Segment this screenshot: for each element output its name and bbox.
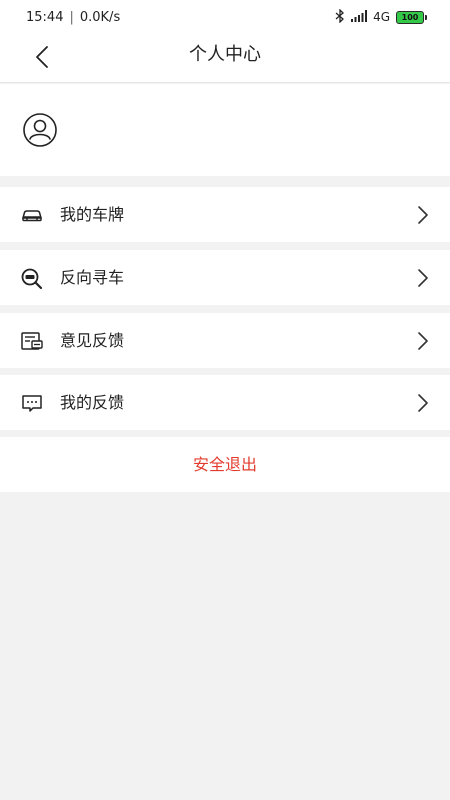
avatar[interactable]	[22, 112, 58, 148]
car-icon	[20, 203, 44, 227]
menu-item-my-feedback[interactable]: 我的反馈	[0, 375, 450, 430]
menu-item-label: 意见反馈	[60, 331, 125, 350]
profile-section	[0, 84, 450, 176]
page-title: 个人中心	[189, 44, 261, 65]
feedback-form-icon	[20, 329, 44, 353]
status-right: 4G 100	[335, 7, 427, 26]
battery-icon: 100	[396, 10, 427, 24]
bluetooth-icon	[335, 7, 345, 26]
signal-icon	[351, 9, 368, 25]
status-left: 15:44 | 0.0K/s	[26, 10, 120, 25]
message-icon	[20, 391, 44, 415]
search-car-icon	[20, 266, 44, 290]
user-avatar-icon	[23, 113, 57, 147]
chevron-right-icon	[416, 331, 430, 351]
menu-item-label: 反向寻车	[60, 268, 125, 287]
status-separator: |	[69, 9, 74, 25]
network-type: 4G	[373, 10, 390, 24]
menu-item-label: 我的车牌	[60, 205, 125, 224]
logout-button[interactable]: 安全退出	[0, 437, 450, 492]
status-bar: 15:44 | 0.0K/s 4G 100	[0, 0, 450, 34]
header-bar: 个人中心	[0, 34, 450, 83]
chevron-right-icon	[416, 393, 430, 413]
chevron-right-icon	[416, 268, 430, 288]
menu-item-label: 我的反馈	[60, 393, 125, 412]
menu-item-feedback[interactable]: 意见反馈	[0, 313, 450, 368]
chevron-right-icon	[416, 205, 430, 225]
menu-item-reverse-search[interactable]: 反向寻车	[0, 250, 450, 305]
status-net-speed: 0.0K/s	[79, 9, 121, 25]
menu-item-my-plates[interactable]: 我的车牌	[0, 187, 450, 242]
status-time: 15:44	[26, 9, 64, 25]
